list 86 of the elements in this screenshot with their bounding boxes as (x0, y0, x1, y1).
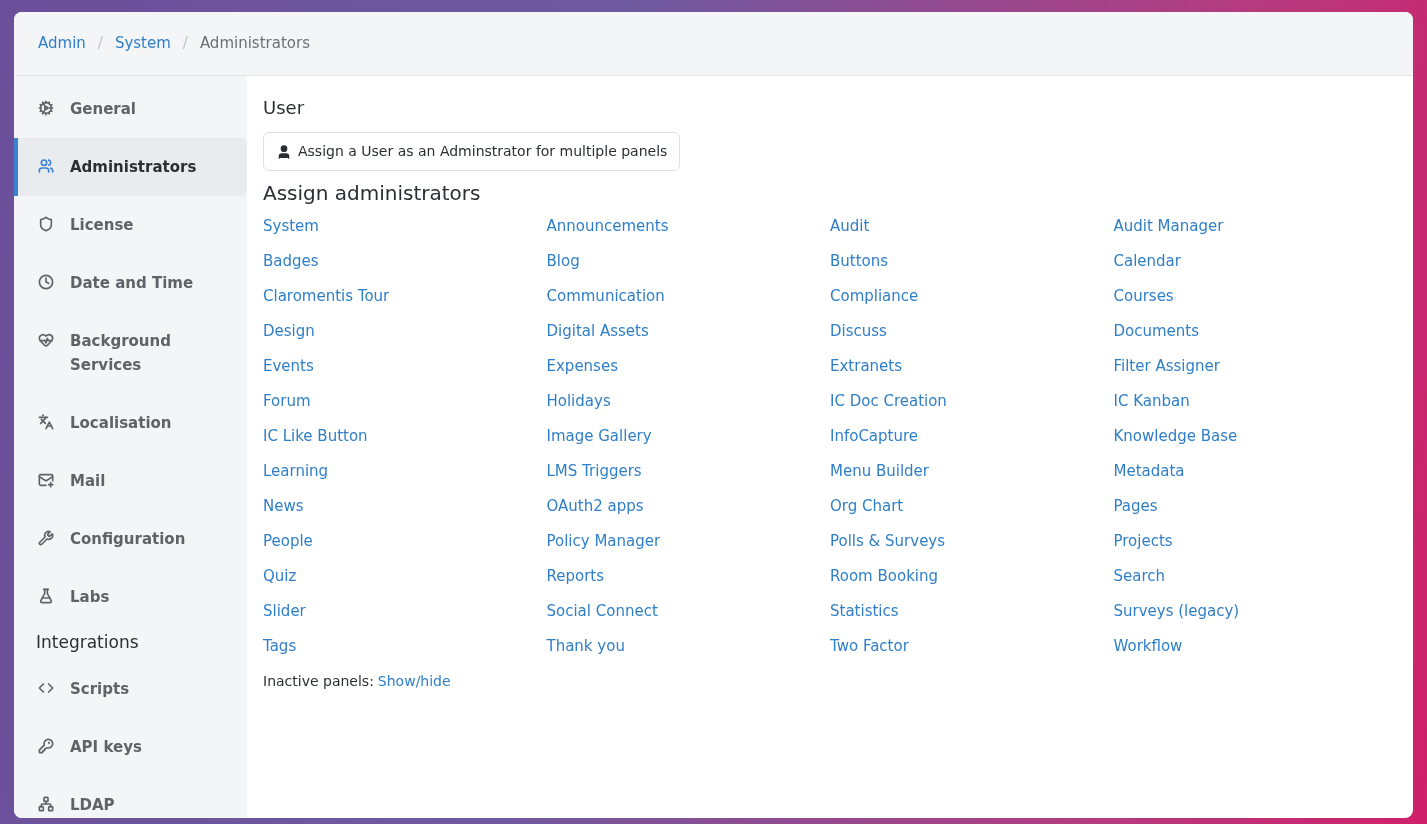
panel-link[interactable]: IC Like Button (263, 425, 368, 448)
panel-link[interactable]: Two Factor (830, 635, 909, 658)
sidebar-item[interactable]: LDAP (14, 775, 247, 818)
panel-link[interactable]: Projects (1113, 530, 1173, 553)
panel-link[interactable]: System (263, 215, 319, 238)
mail-icon (38, 472, 54, 488)
sidebar-item[interactable]: Localisation (14, 394, 247, 452)
panel-link[interactable]: Quiz (263, 565, 297, 588)
panel-link[interactable]: Metadata (1113, 460, 1185, 483)
panel-link[interactable]: People (263, 530, 313, 553)
inactive-panels-label: Inactive panels: (263, 672, 374, 691)
panel-link[interactable]: Claromentis Tour (263, 285, 390, 308)
breadcrumb-link[interactable]: System (114, 32, 171, 55)
sidebar-item[interactable]: Administrators (14, 138, 247, 196)
sidebar-item[interactable]: General (14, 80, 247, 138)
breadcrumb-current: Administrators (199, 33, 310, 55)
panel-link[interactable]: Learning (263, 460, 329, 483)
panel-link[interactable]: Knowledge Base (1113, 425, 1238, 448)
panel-link[interactable]: Org Chart (830, 495, 904, 518)
panel-link[interactable]: Events (263, 355, 314, 378)
section-title: Assign administrators (263, 180, 482, 207)
panel-link[interactable]: Polls & Surveys (830, 530, 946, 553)
panel-link[interactable]: Tags (263, 635, 297, 658)
flask-icon (38, 588, 54, 604)
breadcrumb-separator: / (182, 33, 188, 55)
sidebar-item[interactable]: Background Services (14, 312, 247, 394)
panel-link[interactable]: Digital Assets (546, 320, 649, 343)
panel-link[interactable]: Audit (830, 215, 870, 238)
panel-link[interactable]: Search (1113, 565, 1166, 588)
sidebar-item[interactable]: API keys (14, 717, 247, 776)
panel-link[interactable]: Expenses (546, 355, 618, 378)
panel-link[interactable]: Holidays (546, 390, 611, 413)
tools-icon (38, 530, 54, 546)
assign-user-button[interactable]: Assign a User as an Adminstrator for multiple panels (263, 132, 681, 171)
panel-link[interactable]: Forum (263, 390, 311, 413)
panel-link[interactable]: Blog (546, 250, 580, 273)
key-icon (38, 737, 54, 754)
breadcrumb-separator: / (97, 33, 103, 55)
panel-link[interactable]: Compliance (830, 285, 919, 308)
users-icon (38, 158, 54, 174)
panel-link[interactable]: Statistics (830, 600, 899, 623)
panel-link[interactable]: Audit Manager (1113, 215, 1224, 238)
panel-link[interactable]: Room Booking (830, 565, 938, 588)
sidebar-item[interactable]: Scripts (14, 659, 247, 718)
show-hide-link[interactable]: Show/hide (377, 671, 451, 692)
sitemap-icon (38, 795, 54, 812)
panel-link[interactable]: Communication (546, 285, 665, 308)
panel-link[interactable]: LMS Triggers (546, 460, 642, 483)
sidebar-item[interactable]: Configuration (14, 510, 247, 568)
gear-icon (38, 100, 54, 116)
panel-link[interactable]: Workflow (1113, 635, 1183, 658)
panel-link[interactable]: Surveys (legacy) (1113, 600, 1240, 623)
sidebar-item[interactable]: Labs (14, 568, 247, 626)
panel-link[interactable]: Thank you (546, 635, 625, 658)
panel-link[interactable]: Pages (1113, 495, 1158, 518)
heart-pulse-icon (38, 332, 54, 348)
panel-link[interactable]: Buttons (830, 250, 889, 273)
breadcrumb-link[interactable]: Admin (38, 32, 86, 55)
panel-link[interactable]: Policy Manager (546, 530, 661, 553)
panel-link[interactable]: Filter Assigner (1113, 355, 1220, 378)
panel-link[interactable]: Image Gallery (546, 425, 652, 448)
panel-link[interactable]: Discuss (830, 320, 887, 343)
panel-link[interactable]: Extranets (830, 355, 903, 378)
panel-link[interactable]: IC Doc Creation (830, 390, 947, 413)
sidebar-item[interactable]: License (14, 196, 247, 254)
sidebar-heading: Integrations (35, 631, 140, 654)
panel-link[interactable]: Social Connect (546, 600, 658, 623)
panel-link[interactable]: Calendar (1113, 250, 1181, 273)
clock-icon (38, 274, 54, 290)
panel-link[interactable]: Announcements (546, 215, 669, 238)
panel-link[interactable]: News (263, 495, 304, 518)
panel-link[interactable]: IC Kanban (1113, 390, 1190, 413)
panel-link[interactable]: InfoCapture (830, 425, 919, 448)
panel-link[interactable]: Menu Builder (830, 460, 929, 483)
language-icon (38, 414, 54, 430)
panel-link[interactable]: Slider (263, 600, 306, 623)
panel-link[interactable]: Badges (263, 250, 319, 273)
section-title: User (263, 96, 306, 120)
panel-link[interactable]: Documents (1113, 320, 1200, 343)
sidebar-item[interactable]: Mail (14, 452, 247, 510)
panel-link[interactable]: OAuth2 apps (546, 495, 644, 518)
panel-link[interactable]: Design (263, 320, 315, 343)
user-icon (276, 143, 292, 160)
panel-link[interactable]: Reports (546, 565, 605, 588)
panel-link[interactable]: Courses (1113, 285, 1174, 308)
sidebar-item[interactable]: Date and Time (14, 254, 247, 312)
